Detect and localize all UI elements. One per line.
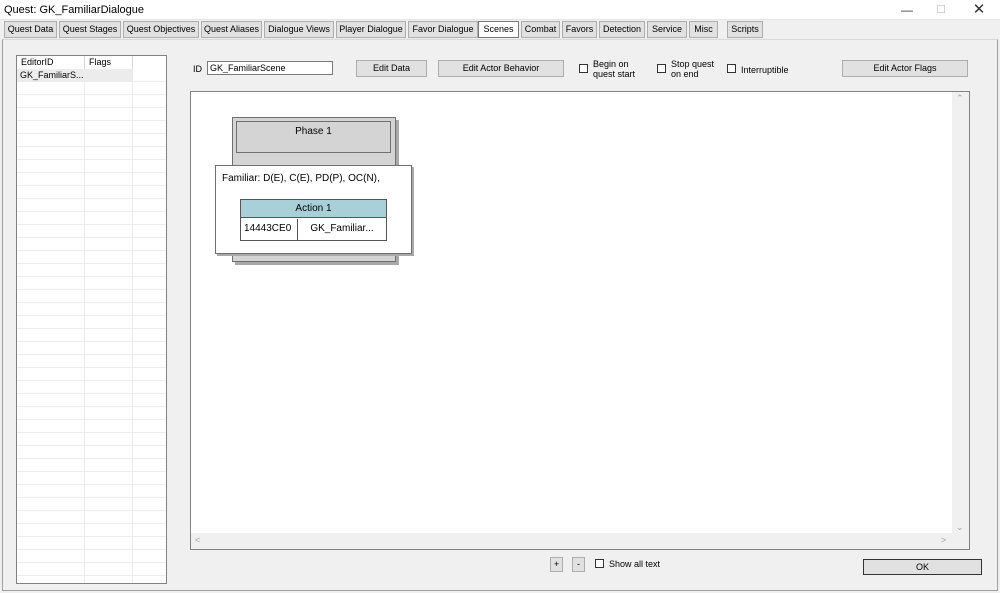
phase-title[interactable]: Phase 1 [236, 121, 391, 153]
close-button[interactable]: ✕ [962, 0, 996, 20]
begin-on-quest-start-checkbox[interactable] [579, 64, 588, 73]
horizontal-scrollbar[interactable]: < > [191, 533, 953, 549]
action-target: GK_Familiar... [310, 223, 374, 234]
tab-dialogue-views[interactable]: Dialogue Views [264, 21, 334, 38]
tab-quest-objectives[interactable]: Quest Objectives [123, 21, 199, 38]
tab-combat[interactable]: Combat [521, 21, 560, 38]
ok-button[interactable]: OK [863, 559, 982, 575]
tab-player-dialogue[interactable]: Player Dialogue [336, 21, 406, 38]
tab-scenes[interactable]: Scenes [478, 21, 519, 38]
stop-quest-on-end-label-1: Stop quest [671, 59, 715, 69]
begin-on-quest-start-label-2: quest start [593, 69, 636, 79]
list-header: EditorID Flags [17, 56, 166, 69]
list-item-flags [85, 69, 133, 82]
column-empty[interactable] [133, 56, 166, 69]
action-box[interactable]: Action 1 14443CE0 GK_Familiar... [240, 199, 387, 241]
tab-favor-dialogue[interactable]: Favor Dialogue [408, 21, 478, 38]
interruptible-checkbox[interactable] [727, 64, 736, 73]
column-editor-id[interactable]: EditorID [17, 56, 85, 69]
tab-quest-stages[interactable]: Quest Stages [59, 21, 121, 38]
tab-favors[interactable]: Favors [562, 21, 597, 38]
title-bar: Quest: GK_FamiliarDialogue — ☐ ✕ [0, 0, 1000, 20]
tab-misc[interactable]: Misc [689, 21, 718, 38]
tab-quest-aliases[interactable]: Quest Aliases [201, 21, 262, 38]
begin-on-quest-start-label-1: Begin on [593, 59, 629, 69]
action-id: 14443CE0 [241, 219, 298, 240]
scene-canvas[interactable]: Phase 1 Familiar: D(E), C(E), PD(P), OC(… [190, 91, 970, 550]
scene-list[interactable]: EditorID Flags GK_FamiliarS... [16, 55, 167, 584]
actor-line: Familiar: D(E), C(E), PD(P), OC(N), [222, 173, 380, 184]
stop-quest-on-end-checkbox[interactable] [657, 64, 666, 73]
scroll-down-icon[interactable]: ⌄ [956, 522, 964, 533]
maximize-button[interactable]: ☐ [924, 0, 958, 20]
tab-service[interactable]: Service [647, 21, 687, 38]
vertical-scrollbar[interactable]: ⌃ ⌄ [952, 92, 969, 533]
list-grid [17, 69, 166, 583]
tab-strip: Quest Data Quest Stages Quest Objectives… [2, 20, 998, 40]
tab-scripts[interactable]: Scripts [727, 21, 763, 38]
tab-quest-data[interactable]: Quest Data [4, 21, 57, 38]
id-input[interactable] [207, 61, 333, 75]
window-title: Quest: GK_FamiliarDialogue [4, 4, 145, 16]
column-flags[interactable]: Flags [85, 56, 133, 69]
scroll-left-icon[interactable]: < [195, 535, 200, 545]
interruptible-label: Interruptible [741, 65, 789, 75]
remove-phase-button[interactable]: - [572, 557, 585, 572]
list-item[interactable]: GK_FamiliarS... [17, 69, 166, 82]
actor-panel[interactable]: Familiar: D(E), C(E), PD(P), OC(N), Acti… [215, 165, 412, 254]
add-phase-button[interactable]: + [550, 557, 563, 572]
show-all-text-label: Show all text [609, 559, 661, 569]
stop-quest-on-end-label-2: on end [671, 69, 699, 79]
id-label: ID [193, 64, 202, 74]
scroll-up-icon[interactable]: ⌃ [956, 93, 964, 104]
tab-detection[interactable]: Detection [599, 21, 645, 38]
scroll-right-icon[interactable]: > [941, 535, 946, 545]
edit-actor-flags-button[interactable]: Edit Actor Flags [842, 60, 968, 77]
scrollbar-corner [952, 533, 969, 549]
minimize-button[interactable]: — [890, 0, 924, 20]
edit-actor-behavior-button[interactable]: Edit Actor Behavior [438, 60, 564, 77]
action-title[interactable]: Action 1 [241, 200, 386, 218]
show-all-text-checkbox[interactable] [595, 559, 604, 568]
edit-data-button[interactable]: Edit Data [356, 60, 427, 77]
